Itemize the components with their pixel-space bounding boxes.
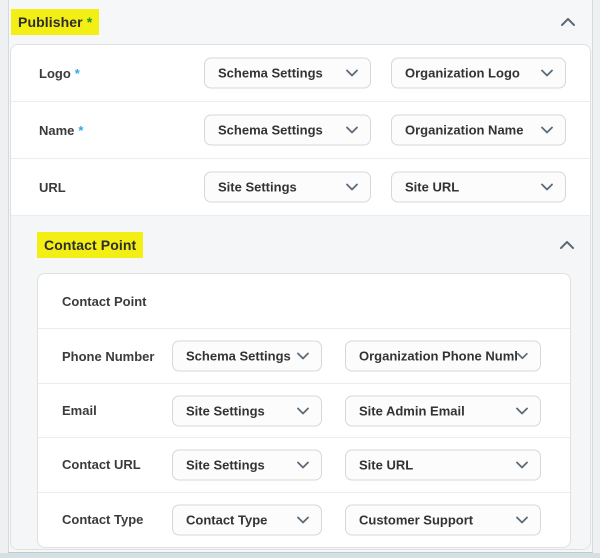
chevron-down-icon [541, 69, 553, 77]
field-row-contact-url: Contact URL Site Settings Site URL [38, 438, 570, 493]
contact-url-value-select[interactable]: Site URL [345, 449, 541, 481]
email-value-select[interactable]: Site Admin Email [345, 395, 541, 426]
logo-source-select[interactable]: Schema Settings [204, 57, 371, 89]
chevron-down-icon [346, 69, 358, 77]
contact-type-value-select[interactable]: Customer Support [345, 504, 541, 536]
chevron-up-icon [561, 18, 575, 26]
phone-number-field-label: Phone Number [62, 348, 155, 364]
field-row-contact-type: Contact Type Contact Type Customer Suppo… [38, 493, 570, 547]
phone-number-source-select[interactable]: Schema Settings [172, 340, 322, 372]
contact-url-source-select[interactable]: Site Settings [172, 449, 322, 481]
logo-value-select[interactable]: Organization Logo [391, 57, 566, 89]
required-asterisk: * [74, 65, 80, 81]
phone-number-value-select[interactable]: Organization Phone Number [345, 340, 541, 372]
publisher-section-title: Publisher * [11, 9, 100, 35]
field-row-name: Name * Schema Settings Organization Name [11, 102, 590, 159]
contact-point-box: Contact Point Phone Number Schema Settin… [37, 273, 571, 548]
contact-url-field-label: Contact URL [62, 457, 141, 473]
chevron-down-icon [517, 353, 528, 360]
chevron-down-icon [346, 183, 358, 191]
chevron-up-icon [560, 240, 574, 249]
collapse-contact-point-button[interactable] [560, 240, 574, 249]
chevron-down-icon [516, 516, 528, 524]
publisher-title-text: Publisher [18, 14, 83, 30]
publisher-panel: Publisher * Logo * Schema Settings Organiz… [8, 0, 593, 553]
contact-type-field-label: Contact Type [62, 512, 144, 528]
page-bottom-edge [0, 553, 600, 558]
chevron-down-icon [297, 461, 309, 469]
contact-type-source-select[interactable]: Contact Type [172, 504, 322, 536]
email-field-label: Email [62, 403, 97, 418]
chevron-down-icon [516, 407, 528, 414]
field-row-email: Email Site Settings Site Admin Email [38, 384, 570, 439]
email-source-select[interactable]: Site Settings [172, 395, 322, 426]
url-value-select[interactable]: Site URL [391, 171, 566, 203]
contact-point-header[interactable]: Contact Point [11, 216, 590, 273]
field-row-phone-number: Phone Number Schema Settings Organizatio… [38, 329, 570, 384]
field-row-logo: Logo * Schema Settings Organization Logo [11, 45, 590, 102]
required-asterisk: * [86, 14, 93, 30]
publisher-section-header[interactable]: Publisher * [9, 0, 592, 44]
collapse-publisher-button[interactable] [561, 18, 575, 26]
contact-point-title: Contact Point [37, 231, 144, 258]
field-row-url: URL Site Settings Site URL [11, 159, 590, 216]
contact-point-section: Contact Point Contact Point Phone Number… [11, 216, 590, 549]
chevron-down-icon [297, 407, 309, 414]
chevron-down-icon [541, 183, 553, 191]
url-source-select[interactable]: Site Settings [204, 171, 371, 203]
contact-point-box-label: Contact Point [62, 293, 147, 309]
name-field-label: Name * [39, 122, 84, 138]
logo-field-label: Logo * [39, 65, 80, 81]
contact-point-box-label-row: Contact Point [38, 274, 570, 330]
url-field-label: URL [39, 179, 66, 195]
chevron-down-icon [297, 352, 309, 360]
chevron-down-icon [346, 126, 358, 134]
chevron-down-icon [297, 516, 309, 524]
required-asterisk: * [78, 122, 84, 138]
chevron-down-icon [516, 461, 528, 469]
name-value-select[interactable]: Organization Name [391, 114, 566, 146]
publisher-content-box: Logo * Schema Settings Organization Logo … [10, 44, 591, 550]
chevron-down-icon [541, 126, 553, 134]
name-source-select[interactable]: Schema Settings [204, 114, 371, 146]
